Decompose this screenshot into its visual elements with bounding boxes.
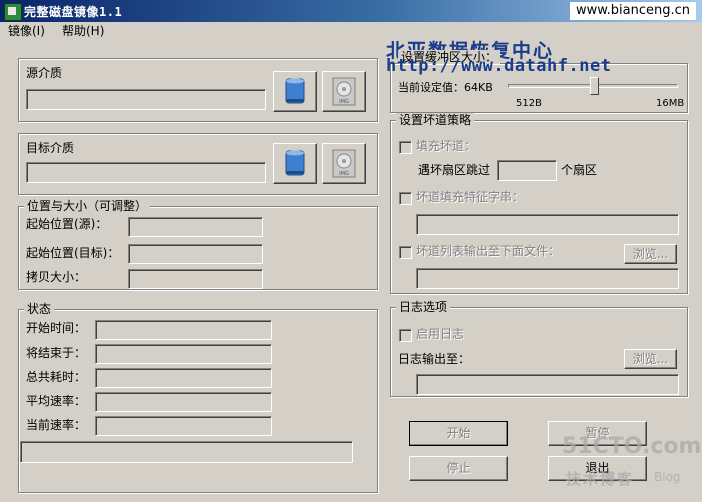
disk-image-icon: IMG xyxy=(332,77,356,106)
log-output-field[interactable] xyxy=(416,374,679,395)
hard-disk-icon xyxy=(285,78,305,104)
source-media-label: 源介质 xyxy=(26,66,63,80)
copy-size-field[interactable] xyxy=(128,269,263,289)
fill-bad-track-label: 填充坏道： xyxy=(416,139,477,153)
menu-help[interactable]: 帮助(H) xyxy=(58,23,108,39)
watermark-51cto: 51CTO.com xyxy=(562,434,702,459)
stop-button[interactable]: 停止 xyxy=(409,456,508,481)
overlay-url: http://www.datahf.net xyxy=(386,56,612,76)
target-media-label: 目标介质 xyxy=(26,141,75,155)
skip-sector-label: 遇坏扇区跳过 xyxy=(418,163,491,177)
start-button[interactable]: 开始 xyxy=(409,421,508,446)
watermark-url: www.bianceng.cn xyxy=(569,2,696,20)
disk-image-icon: IMG xyxy=(332,149,356,178)
window-title: 完整磁盘镜像1.1 xyxy=(24,5,123,19)
start-target-field[interactable] xyxy=(128,244,263,264)
current-rate-field xyxy=(95,416,272,436)
log-output-label: 日志输出至： xyxy=(398,352,471,366)
start-time-label: 开始时间： xyxy=(26,321,87,335)
status-title: 状态 xyxy=(24,302,55,316)
skip-sector-field[interactable] xyxy=(497,160,557,181)
list-browse-label: 浏览... xyxy=(632,247,669,261)
list-output-checkbox[interactable] xyxy=(399,246,412,259)
pattern-field[interactable] xyxy=(416,214,679,235)
target-image-button[interactable]: IMG xyxy=(322,143,366,184)
target-media-field[interactable] xyxy=(26,162,266,183)
menu-bar: 镜像(I) 帮助(H) xyxy=(0,22,702,40)
watermark-blog: Blog xyxy=(654,470,681,484)
hard-disk-icon xyxy=(285,150,305,176)
position-size-title: 位置与大小（可调整） xyxy=(24,199,151,213)
app-icon xyxy=(4,3,22,21)
current-rate-label: 当前速率： xyxy=(26,418,87,432)
log-browse-button[interactable]: 浏览... xyxy=(624,349,677,369)
watermark-blog-cn: 技术博客 xyxy=(566,470,635,488)
list-browse-button[interactable]: 浏览... xyxy=(624,244,677,264)
stop-label: 停止 xyxy=(446,461,471,475)
start-label: 开始 xyxy=(446,426,471,440)
pattern-label: 坏道填充特征字串： xyxy=(416,190,525,204)
bad-track-title: 设置坏道策略 xyxy=(396,113,475,127)
skip-sector-unit: 个扇区 xyxy=(561,163,598,177)
avg-rate-label: 平均速率： xyxy=(26,394,87,408)
target-disk-button[interactable] xyxy=(273,143,317,184)
log-title: 日志选项 xyxy=(396,300,451,314)
total-time-label: 总共耗时： xyxy=(26,370,87,384)
source-image-button[interactable]: IMG xyxy=(322,71,366,112)
copy-size-label: 拷贝大小： xyxy=(26,270,87,284)
start-source-label: 起始位置(源)： xyxy=(26,217,108,231)
log-browse-label: 浏览... xyxy=(632,352,669,366)
title-bar: 完整磁盘镜像1.1 www.bianceng.cn xyxy=(0,0,702,22)
list-output-field[interactable] xyxy=(416,268,679,289)
buffer-max-label: 16MB xyxy=(656,98,685,109)
source-disk-button[interactable] xyxy=(273,71,317,112)
pattern-checkbox[interactable] xyxy=(399,192,412,205)
list-output-label: 坏道列表输出至下面文件： xyxy=(416,244,561,258)
total-time-field xyxy=(95,368,272,388)
buffer-slider-thumb[interactable] xyxy=(590,77,599,95)
progress-bar xyxy=(20,441,353,463)
svg-text:IMG: IMG xyxy=(339,171,349,177)
buffer-current-label: 当前设定值：64KB xyxy=(398,81,493,94)
source-media-field[interactable] xyxy=(26,89,266,110)
start-source-field[interactable] xyxy=(128,217,263,237)
enable-log-label: 启用日志 xyxy=(416,327,465,341)
start-time-field xyxy=(95,320,272,340)
buffer-min-label: 512B xyxy=(516,98,542,109)
avg-rate-field xyxy=(95,392,272,412)
start-target-label: 起始位置(目标)： xyxy=(26,246,120,260)
end-time-label: 将结束于： xyxy=(26,346,87,360)
svg-text:IMG: IMG xyxy=(339,99,349,105)
fill-bad-track-checkbox[interactable] xyxy=(399,141,412,154)
enable-log-checkbox[interactable] xyxy=(399,329,412,342)
end-time-field xyxy=(95,344,272,364)
menu-image[interactable]: 镜像(I) xyxy=(4,23,49,39)
